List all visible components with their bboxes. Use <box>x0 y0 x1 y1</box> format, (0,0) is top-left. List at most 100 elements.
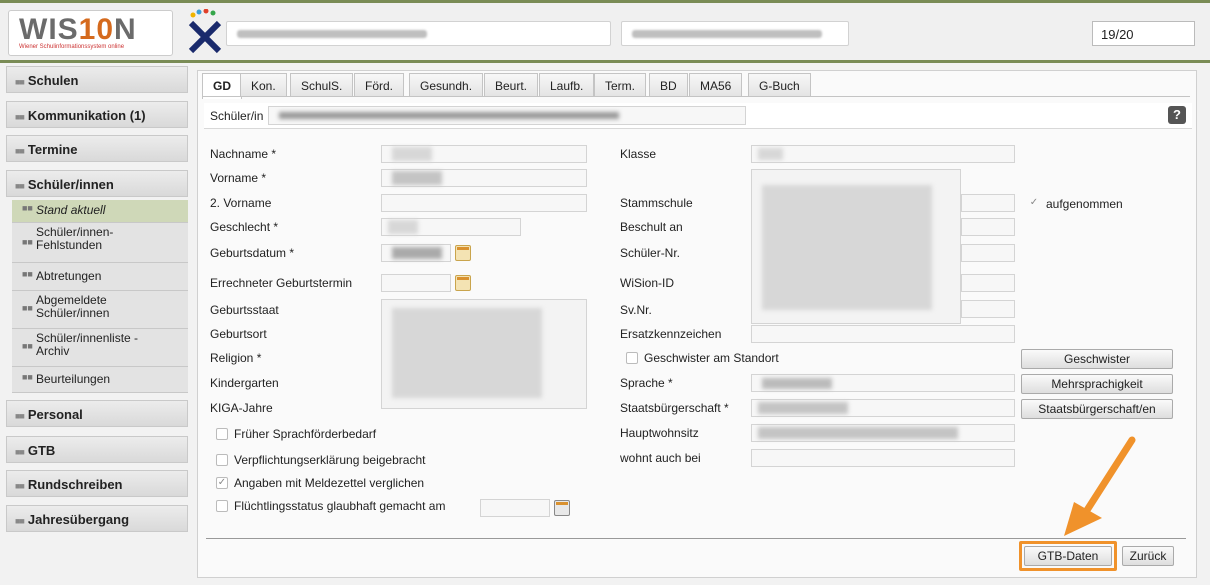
nav-rundschreiben[interactable]: ■■ Rundschreiben <box>6 470 188 497</box>
label-klasse: Klasse <box>620 147 657 161</box>
tab-gbuch[interactable]: G-Buch <box>748 73 811 97</box>
checkbox-verpflichtungserklaerung[interactable] <box>216 454 228 466</box>
nav-jahresuebergang[interactable]: ■■ Jahresübergang <box>6 505 188 532</box>
label-geburtsstaat: Geburtsstaat <box>210 303 279 317</box>
calendar-icon[interactable] <box>455 275 471 291</box>
label-vorname: Vorname * <box>210 171 267 185</box>
student-header: Schüler/in ? <box>204 103 1192 129</box>
checkbox-geschwister[interactable] <box>626 352 638 364</box>
checkbox-fluechtlingsstatus[interactable] <box>216 500 228 512</box>
footer-divider <box>206 538 1186 539</box>
label-geburtsort: Geburtsort <box>210 327 267 341</box>
tab-laufb[interactable]: Laufb. <box>539 73 595 97</box>
tab-schuls[interactable]: SchulS. <box>290 73 354 97</box>
label-wohnt-auch-bei: wohnt auch bei <box>620 451 701 465</box>
label-nachname: Nachname * <box>210 147 277 161</box>
school-address-field <box>621 21 849 46</box>
tab-kon[interactable]: Kon. <box>240 73 287 97</box>
wision-logo[interactable]: WIS10N Wiener Schulinformationssystem on… <box>8 10 173 56</box>
label-verpflichtungserklaerung: Verpflichtungserklärung beigebracht <box>234 453 426 467</box>
mehrsprachigkeit-button[interactable]: Mehrsprachigkeit <box>1021 374 1173 394</box>
label-stammschule: Stammschule <box>620 196 693 210</box>
tab-beurt[interactable]: Beurt. <box>484 73 539 97</box>
nav-personal[interactable]: ■■ Personal <box>6 400 188 427</box>
label-ersatzkennzeichen: Ersatzkennzeichen <box>620 327 722 341</box>
klasse-input[interactable] <box>751 145 1015 163</box>
student-name-display <box>268 106 746 125</box>
label-religion: Religion * <box>210 351 262 365</box>
school-logo-icon <box>188 9 222 54</box>
staatsbuergerschaft-input[interactable] <box>751 399 1015 417</box>
student-label: Schüler/in <box>210 109 264 123</box>
geschlecht-select[interactable] <box>381 218 521 236</box>
fluechtlingsstatus-date-input[interactable] <box>480 499 550 517</box>
nav-termine[interactable]: ■■ Termine <box>6 135 188 162</box>
app-header: WIS10N Wiener Schulinformationssystem on… <box>0 0 1210 63</box>
sprache-input[interactable] <box>751 374 1015 392</box>
geburtsstaat-ort-religion-inputs[interactable] <box>381 299 587 409</box>
school-info-inputs[interactable] <box>751 169 961 324</box>
annotation-arrow-icon <box>1064 436 1136 536</box>
geburtsdatum-input[interactable] <box>381 244 451 262</box>
calendar-icon[interactable] <box>554 500 570 516</box>
nav-sub-stand-aktuell[interactable]: ■■ Stand aktuell <box>12 200 188 223</box>
nav-schulen[interactable]: ■■ Schulen <box>6 66 188 93</box>
label-geschlecht: Geschlecht * <box>210 220 279 234</box>
errechneter-geburtstermin-input[interactable] <box>381 274 451 292</box>
label-wision-id: WiSion-ID <box>620 276 675 290</box>
checkbox-aufgenommen[interactable]: ✓ <box>1028 198 1040 210</box>
label-geschwister-am-standort: Geschwister am Standort <box>644 351 779 365</box>
nav-kommunikation[interactable]: ■■ Kommunikation (1) <box>6 101 188 128</box>
school-name-field <box>226 21 611 46</box>
schueler-nr-input[interactable] <box>961 244 1015 262</box>
label-kindergarten: Kindergarten <box>210 376 279 390</box>
ersatzkennzeichen-input[interactable] <box>751 325 1015 343</box>
logo-text: WIS10N <box>19 13 137 46</box>
nav-sub-beurteilungen[interactable]: ■■ Beurteilungen <box>12 367 188 393</box>
label-staatsbuergerschaft: Staatsbürgerschaft * <box>620 401 729 415</box>
label-geburtsdatum: Geburtsdatum * <box>210 246 295 260</box>
label-sprache: Sprache * <box>620 376 673 390</box>
hauptwohnsitz-input[interactable] <box>751 424 1015 442</box>
label-aufgenommen: aufgenommen <box>1046 197 1123 211</box>
wision-id-input[interactable] <box>961 274 1015 292</box>
zurueck-button[interactable]: Zurück <box>1122 546 1174 566</box>
help-icon[interactable]: ? <box>1168 106 1186 124</box>
tab-bd[interactable]: BD <box>649 73 688 97</box>
label-sprachfoerderbedarf: Früher Sprachförderbedarf <box>234 427 377 441</box>
header-divider <box>0 60 1210 63</box>
sv-nr-input[interactable] <box>961 300 1015 318</box>
nav-gtb[interactable]: ■■ GTB <box>6 436 188 463</box>
wohnt-auch-bei-input[interactable] <box>751 449 1015 467</box>
tab-foerd[interactable]: Förd. <box>354 73 405 97</box>
zweiter-vorname-input[interactable] <box>381 194 587 212</box>
label-sv-nr: Sv.Nr. <box>620 303 652 317</box>
staatsbuergerschaft-button[interactable]: Staatsbürgerschaft/en <box>1021 399 1173 419</box>
checkbox-meldezettel[interactable]: ✓ <box>216 477 228 489</box>
beschult-an-input[interactable] <box>961 218 1015 236</box>
nav-sub-abgemeldete[interactable]: ■■ Abgemeldete Schüler/innen <box>12 291 188 329</box>
nachname-input[interactable] <box>381 145 587 163</box>
calendar-icon[interactable] <box>455 245 471 261</box>
nav-sub-abtretungen[interactable]: ■■ Abtretungen <box>12 263 188 291</box>
label-meldezettel: Angaben mit Meldezettel verglichen <box>234 476 425 490</box>
nav-sub-archiv[interactable]: ■■ Schüler/innenliste - Archiv <box>12 329 188 367</box>
nav-sub-fehlstunden[interactable]: ■■ Schüler/innen- Fehlstunden <box>12 223 188 263</box>
nav-schueler[interactable]: ■■ Schüler/innen <box>6 170 188 197</box>
label-hauptwohnsitz: Hauptwohnsitz <box>620 426 699 440</box>
label-2-vorname: 2. Vorname <box>210 196 272 210</box>
logo-subtitle: Wiener Schulinformationssystem online <box>19 44 125 50</box>
label-schueler-nr: Schüler-Nr. <box>620 246 681 260</box>
stammschule-input[interactable] <box>961 194 1015 212</box>
tab-gesundh[interactable]: Gesundh. <box>409 73 484 97</box>
label-kiga-jahre: KIGA-Jahre <box>210 401 273 415</box>
vorname-input[interactable] <box>381 169 587 187</box>
tab-divider <box>202 96 1190 97</box>
tab-ma56[interactable]: MA56 <box>689 73 743 97</box>
school-year-field[interactable]: 19/20 <box>1092 21 1195 46</box>
checkbox-sprachfoerderbedarf[interactable] <box>216 428 228 440</box>
annotation-highlight-box <box>1019 541 1117 571</box>
geschwister-button[interactable]: Geschwister <box>1021 349 1173 369</box>
header-spacer <box>855 21 1085 46</box>
tab-term[interactable]: Term. <box>594 73 646 97</box>
